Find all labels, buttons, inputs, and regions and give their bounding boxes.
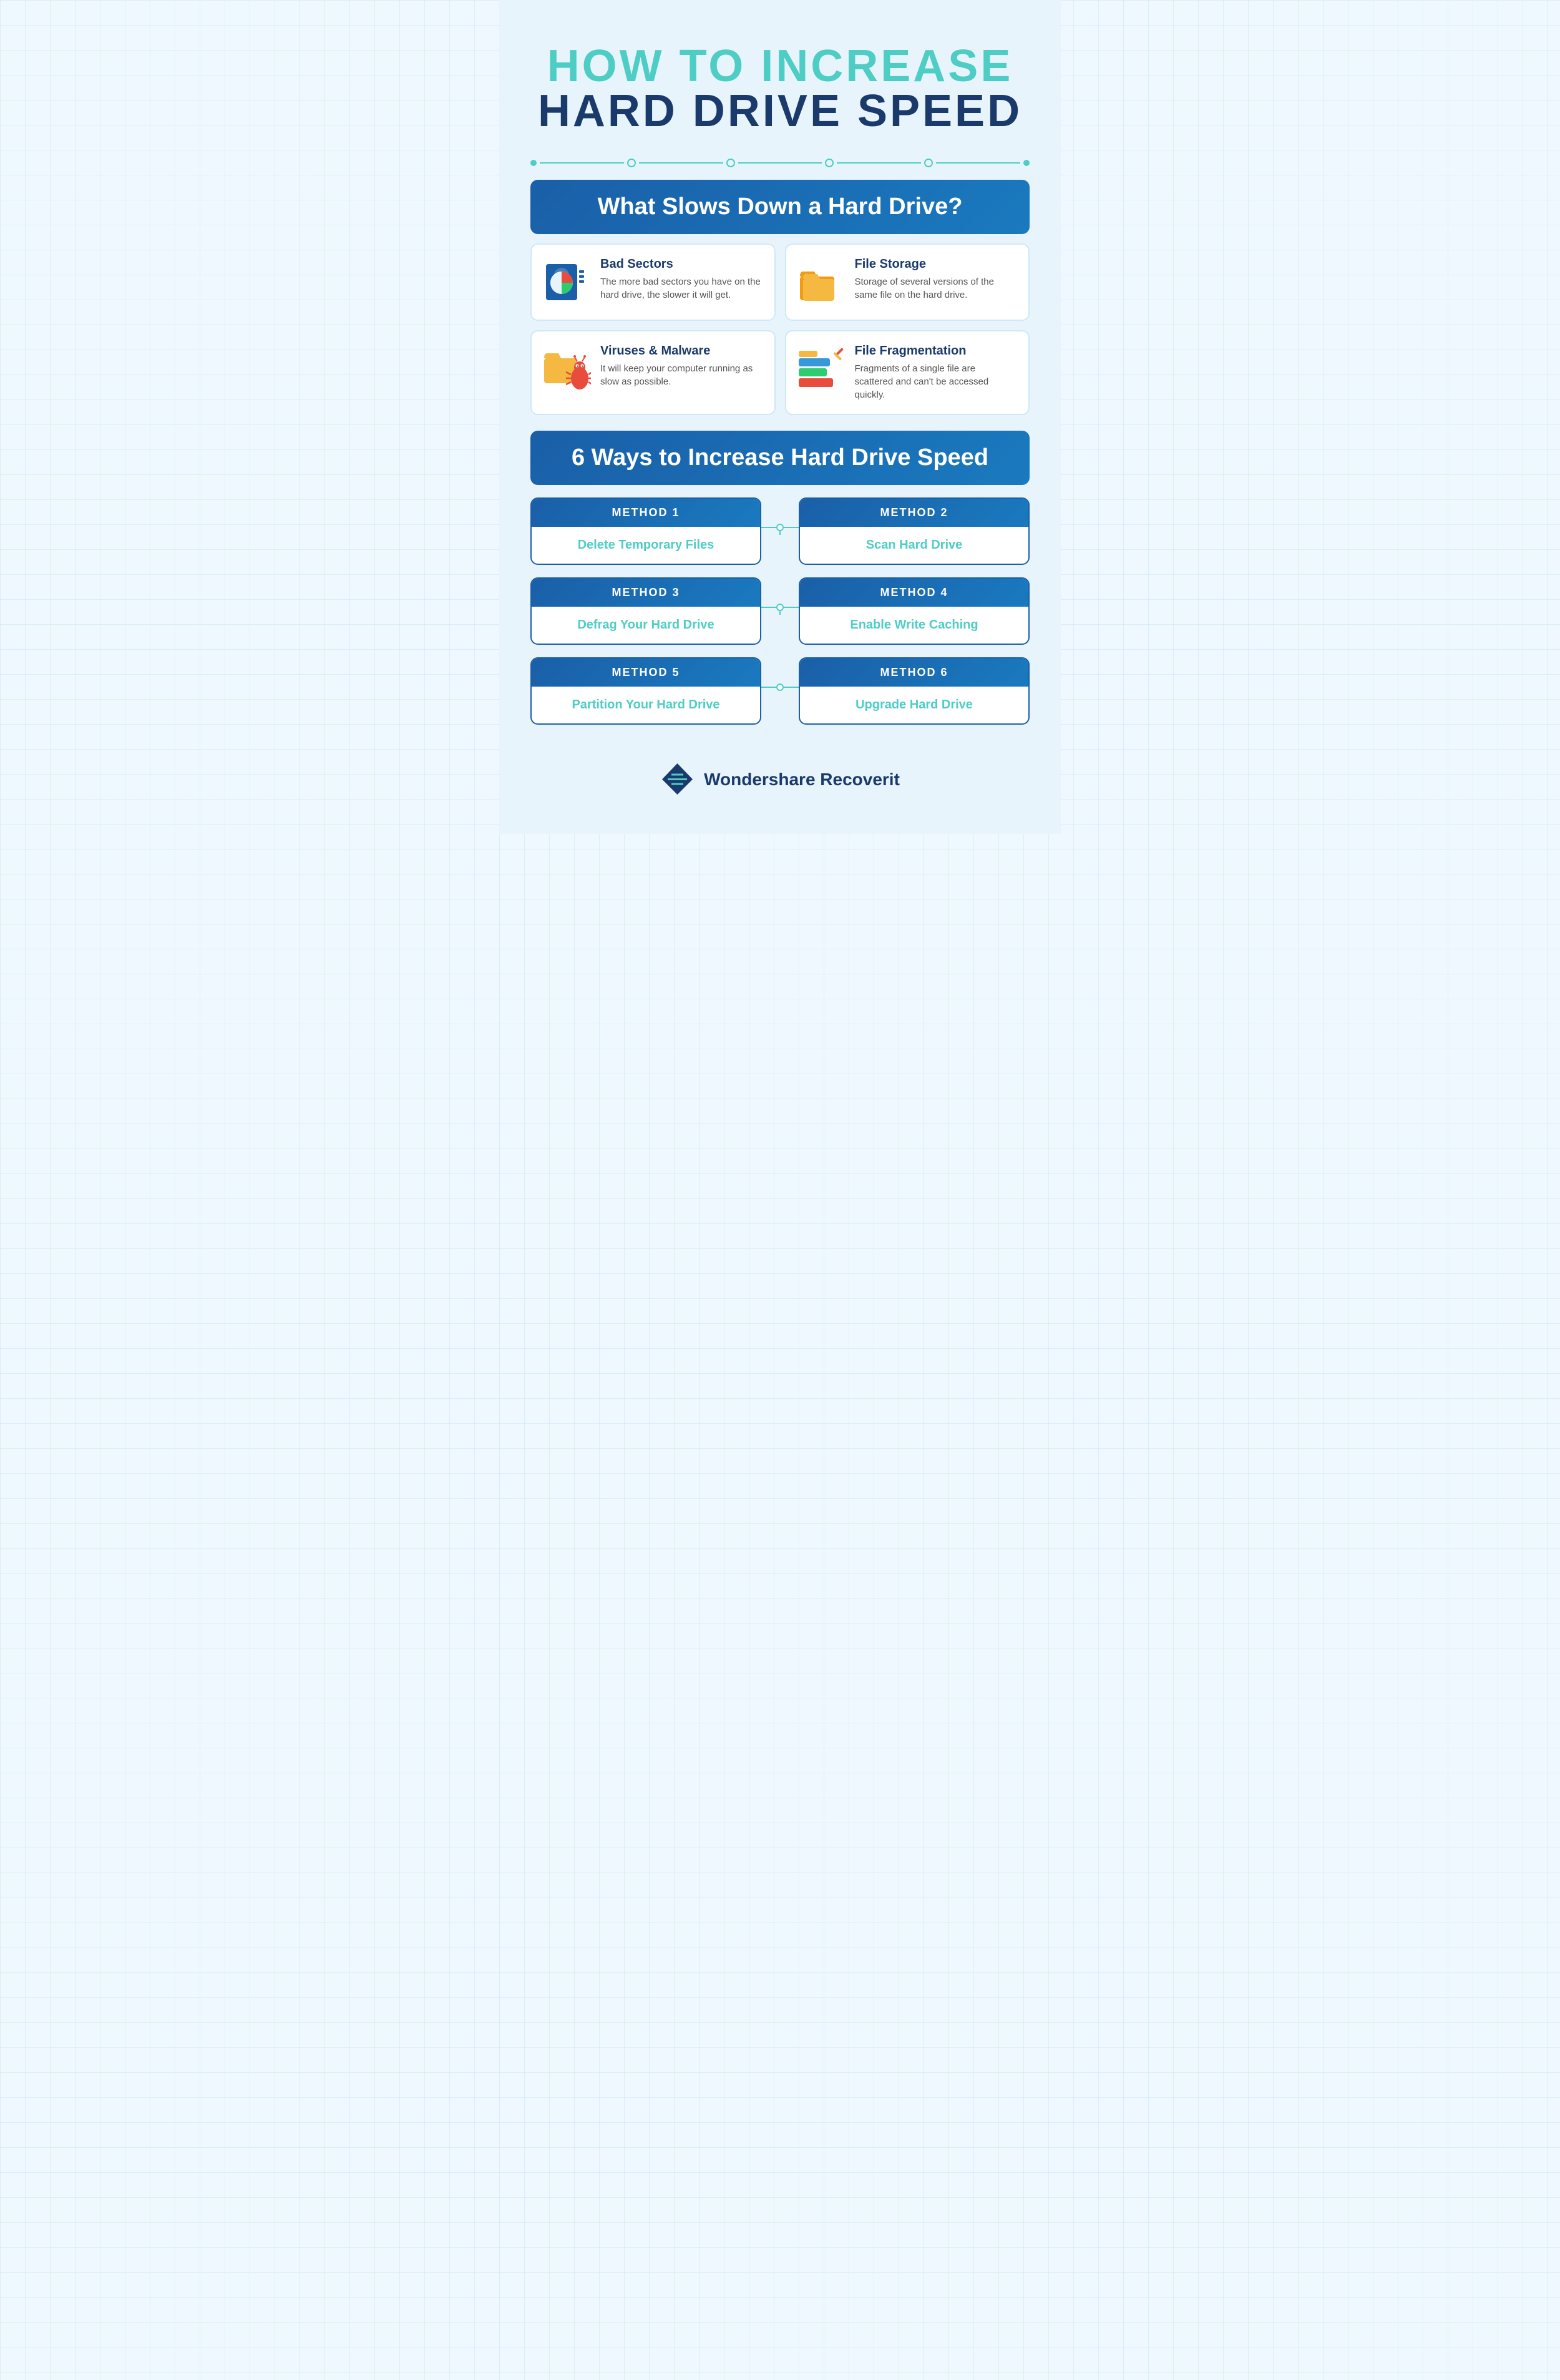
method-3-title: Defrag Your Hard Drive [577,618,714,632]
bad-sectors-card: Bad Sectors The more bad sectors you hav… [530,243,776,321]
file-storage-text: File Storage Storage of several versions… [855,257,1016,301]
method-4-number: METHOD 4 [880,586,948,599]
method-6-body: Upgrade Hard Drive [800,687,1028,723]
footer: Wondershare Recoverit [530,750,1030,796]
method-5-header: METHOD 5 [532,659,760,687]
virus-card: Viruses & Malware It will keep your comp… [530,330,776,415]
method-4-card: METHOD 4 Enable Write Caching [799,577,1030,645]
brand-name: Wondershare Recoverit [704,770,900,790]
connector-5-6 [761,687,799,695]
connector-3-4 [761,607,799,615]
ways-banner: 6 Ways to Increase Hard Drive Speed [530,431,1030,485]
method-1-header: METHOD 1 [532,499,760,527]
method-3-number: METHOD 3 [612,586,680,599]
fragmentation-card: File Fragmentation Fragments of a single… [785,330,1030,415]
slows-title: What Slows Down a Hard Drive? [552,193,1008,220]
method-5-number: METHOD 5 [612,666,680,678]
method-2-body: Scan Hard Drive [800,527,1028,564]
fragmentation-title: File Fragmentation [855,344,1016,358]
methods-section: METHOD 1 Delete Temporary Files METHOD 2 [530,497,1030,725]
fragmentation-desc: Fragments of a single file are scattered… [855,362,1016,401]
method-6-header: METHOD 6 [800,659,1028,687]
connector-1-2 [761,527,799,535]
method-1-title: Delete Temporary Files [578,538,714,552]
virus-icon [541,344,591,394]
method-6-number: METHOD 6 [880,666,948,678]
virus-text: Viruses & Malware It will keep your comp… [600,344,762,388]
bad-sectors-desc: The more bad sectors you have on the har… [600,275,762,301]
ways-title: 6 Ways to Increase Hard Drive Speed [552,444,1008,471]
method-4-body: Enable Write Caching [800,607,1028,644]
method-5-title: Partition Your Hard Drive [572,698,719,712]
file-storage-title: File Storage [855,257,1016,272]
method-5-body: Partition Your Hard Drive [532,687,760,723]
method-5-card: METHOD 5 Partition Your Hard Drive [530,657,761,725]
method-4-title: Enable Write Caching [850,618,978,632]
file-storage-desc: Storage of several versions of the same … [855,275,1016,301]
method-2-header: METHOD 2 [800,499,1028,527]
method-3-card: METHOD 3 Defrag Your Hard Drive [530,577,761,645]
file-storage-card: File Storage Storage of several versions… [785,243,1030,321]
method-6-card: METHOD 6 Upgrade Hard Drive [799,657,1030,725]
brand-logo-icon [660,762,695,796]
method-3-header: METHOD 3 [532,579,760,607]
page-header: HOW TO INCREASE HARD DRIVE SPEED [530,25,1030,146]
method-4-header: METHOD 4 [800,579,1028,607]
slows-banner: What Slows Down a Hard Drive? [530,180,1030,234]
title-line1: HOW TO INCREASE [530,44,1030,89]
bad-sectors-text: Bad Sectors The more bad sectors you hav… [600,257,762,301]
method-1-body: Delete Temporary Files [532,527,760,564]
bad-sectors-icon [541,257,591,307]
bad-sectors-title: Bad Sectors [600,257,762,272]
title-line2: HARD DRIVE SPEED [530,89,1030,134]
method-2-title: Scan Hard Drive [866,538,963,552]
virus-title: Viruses & Malware [600,344,762,358]
method-6-title: Upgrade Hard Drive [856,698,973,712]
method-1-card: METHOD 1 Delete Temporary Files [530,497,761,565]
method-row-1: METHOD 1 Delete Temporary Files METHOD 2 [530,497,1030,565]
fragmentation-text: File Fragmentation Fragments of a single… [855,344,1016,401]
method-row-3: METHOD 5 Partition Your Hard Drive METHO… [530,657,1030,725]
file-storage-icon [796,257,846,307]
method-2-card: METHOD 2 Scan Hard Drive [799,497,1030,565]
method-2-number: METHOD 2 [880,506,948,519]
method-1-number: METHOD 1 [612,506,680,519]
fragmentation-icon [796,344,846,394]
method-3-body: Defrag Your Hard Drive [532,607,760,644]
virus-desc: It will keep your computer running as sl… [600,362,762,388]
method-row-2: METHOD 3 Defrag Your Hard Drive METHOD 4 [530,577,1030,645]
divider [530,159,1030,167]
slows-cards-grid: Bad Sectors The more bad sectors you hav… [530,243,1030,415]
